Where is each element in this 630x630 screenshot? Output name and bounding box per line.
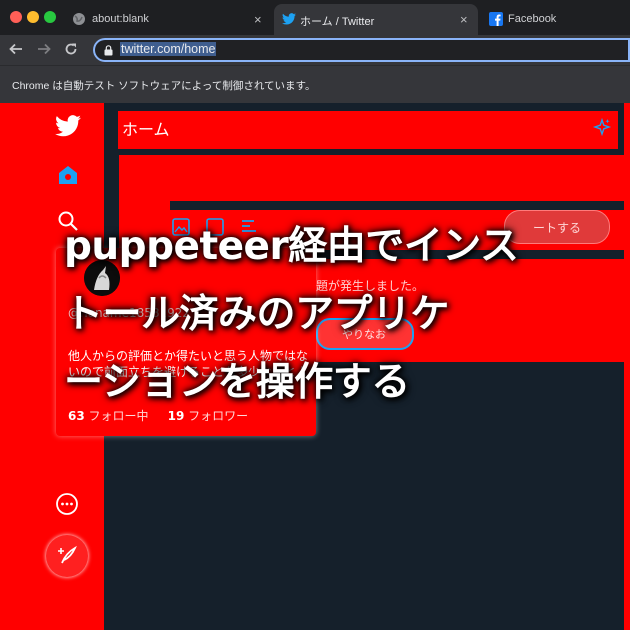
reload-icon[interactable] [64, 42, 78, 56]
feather-plus-icon [58, 545, 77, 564]
tab-close-icon[interactable]: × [460, 12, 468, 27]
twitter-logo-icon[interactable] [55, 115, 81, 137]
home-header: ホーム [118, 111, 618, 149]
tab-twitter[interactable]: ホーム / Twitter × [274, 4, 478, 35]
tab-title: about:blank [92, 13, 149, 25]
facebook-icon [489, 12, 503, 26]
maximize-window-button[interactable] [44, 11, 56, 23]
sparkle-icon[interactable] [592, 117, 612, 137]
globe-icon [73, 13, 85, 25]
tab-about-blank[interactable]: about:blank × [66, 4, 270, 35]
overlay-headline: puppeteer経由でインス トール済みのアプリケ ーションを操作する [64, 213, 624, 417]
url-text[interactable]: twitter.com/home [120, 42, 217, 56]
home-icon[interactable] [57, 164, 79, 186]
lock-icon[interactable] [104, 45, 113, 56]
composer-divider [170, 201, 624, 210]
minimize-window-button[interactable] [27, 11, 39, 23]
tab-strip: about:blank × ホーム / Twitter × Facebook [0, 0, 630, 35]
forward-arrow-icon[interactable] [37, 42, 51, 56]
tab-facebook[interactable]: Facebook [482, 4, 630, 35]
infobar-text: Chrome は自動テスト ソフトウェアによって制御されています。 [12, 80, 316, 92]
tab-close-icon[interactable]: × [254, 12, 262, 27]
tab-title: ホーム / Twitter [300, 16, 375, 28]
close-window-button[interactable] [10, 11, 22, 23]
more-options-icon[interactable] [55, 492, 79, 516]
page-title: ホーム [122, 120, 170, 139]
compose-tweet-button[interactable] [46, 535, 88, 577]
headline-line: ーションを操作する [64, 360, 410, 405]
address-bar[interactable]: twitter.com/home [93, 38, 630, 62]
tab-title: Facebook [508, 13, 557, 25]
headline-line: トール済みのアプリケ [64, 292, 450, 337]
browser-toolbar: twitter.com/home [0, 35, 630, 65]
headline-line: puppeteer経由でインス [64, 224, 519, 269]
automation-infobar: Chrome は自動テスト ソフトウェアによって制御されています。 [0, 65, 630, 104]
twitter-bird-icon [282, 13, 296, 25]
back-arrow-icon[interactable] [9, 42, 23, 56]
